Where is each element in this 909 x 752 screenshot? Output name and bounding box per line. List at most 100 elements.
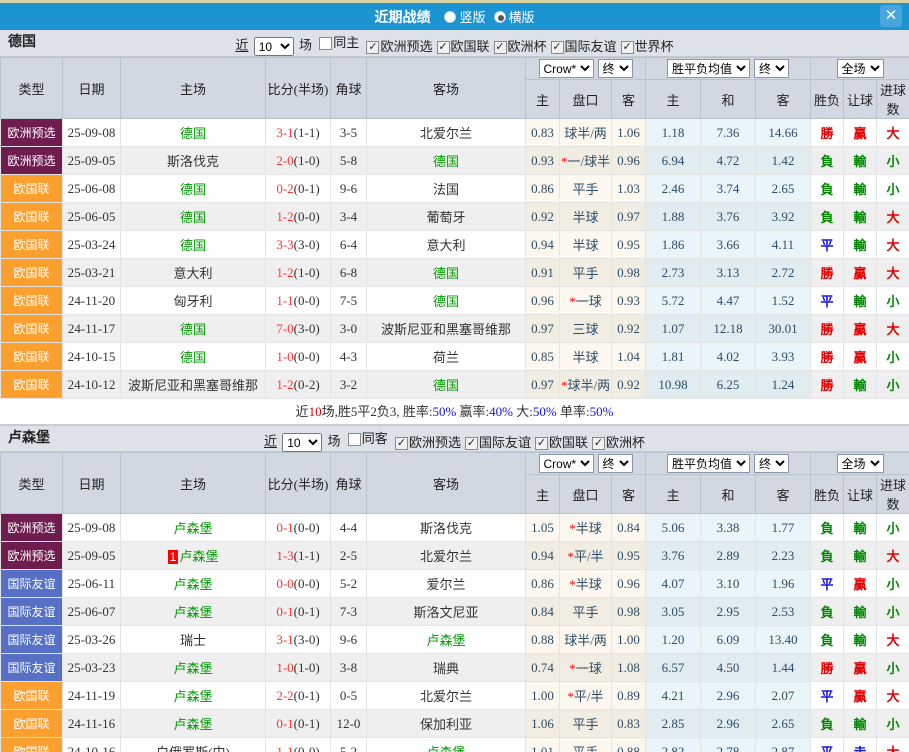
match-row: 欧洲预选25-09-08德国3-1(1-1)3-5北爱尔兰0.83球半/两1.0… xyxy=(1,119,909,147)
competition-filter-checkbox[interactable]: ✓欧洲预选 xyxy=(395,430,461,456)
result-winloss: 負 xyxy=(811,147,844,175)
mean-away-odds: 13.40 xyxy=(756,626,811,654)
match-row: 欧国联25-06-05德国1-2(0-0)3-4葡萄牙0.92半球0.971.8… xyxy=(1,203,909,231)
home-team: 德国 xyxy=(121,119,266,147)
mean-home-odds: 1.18 xyxy=(646,119,701,147)
competition-filter-checkbox[interactable]: ✓欧国联 xyxy=(535,430,588,456)
recent-count-select[interactable]: 10 xyxy=(282,433,322,452)
competition-filter-checkbox[interactable]: ✓国际友谊 xyxy=(465,430,531,456)
crow-handicap: *一球 xyxy=(560,287,612,315)
fullmatch-select[interactable]: 全场 xyxy=(837,59,884,78)
result-handicap: 輸 xyxy=(844,542,877,570)
mean-away-odds: 2.53 xyxy=(756,598,811,626)
result-goals: 大 xyxy=(877,315,909,343)
crow-handicap: 半球 xyxy=(560,203,612,231)
match-date: 25-09-08 xyxy=(63,514,121,542)
mean-draw-odds: 12.18 xyxy=(701,315,756,343)
col-header-handicap: 盘口 xyxy=(560,80,612,119)
match-date: 25-06-11 xyxy=(63,570,121,598)
match-row: 国际友谊25-03-26瑞士3-1(3-0)9-6卢森堡0.88球半/两1.00… xyxy=(1,626,909,654)
result-goals: 小 xyxy=(877,147,909,175)
competition-filter-checkbox[interactable]: ✓欧国联 xyxy=(437,34,490,60)
away-team: 北爱尔兰 xyxy=(367,682,526,710)
games-label: 场 xyxy=(327,434,340,449)
result-handicap: 走 xyxy=(844,738,877,752)
home-team: 德国 xyxy=(121,203,266,231)
home-team: 卢森堡 xyxy=(121,570,266,598)
match-row: 国际友谊25-06-11卢森堡0-0(0-0)5-2爱尔兰0.86*半球0.96… xyxy=(1,570,909,598)
match-date: 25-03-21 xyxy=(63,259,121,287)
mean-draw-odds: 4.50 xyxy=(701,654,756,682)
away-team: 爱尔兰 xyxy=(367,570,526,598)
mean-away-odds: 2.65 xyxy=(756,175,811,203)
result-winloss: 負 xyxy=(811,710,844,738)
same-venue-checkbox[interactable]: 同客 xyxy=(348,426,388,452)
mean-final-select[interactable]: 终 xyxy=(754,454,789,473)
result-handicap: 贏 xyxy=(844,119,877,147)
competition-badge: 欧国联 xyxy=(1,738,63,752)
away-team: 意大利 xyxy=(367,231,526,259)
competition-filter-checkbox[interactable]: ✓欧洲预选 xyxy=(366,34,432,60)
crow-odds-home: 0.94 xyxy=(526,231,560,259)
result-handicap: 贏 xyxy=(844,315,877,343)
crow-odds-home: 0.97 xyxy=(526,315,560,343)
match-date: 25-06-08 xyxy=(63,175,121,203)
col-header-mean-draw: 和 xyxy=(701,475,756,514)
close-button[interactable]: ✕ xyxy=(880,5,902,27)
near-label: 近 xyxy=(264,434,277,449)
same-venue-checkbox[interactable]: 同主 xyxy=(319,30,359,56)
competition-filter-checkbox[interactable]: ✓欧洲杯 xyxy=(494,34,547,60)
mean-draw-odds: 7.36 xyxy=(701,119,756,147)
mean-draw-odds: 2.96 xyxy=(701,710,756,738)
away-team: 保加利亚 xyxy=(367,710,526,738)
result-winloss: 負 xyxy=(811,514,844,542)
match-filter-bar: 近 10 场 同主 ✓欧洲预选✓欧国联✓欧洲杯✓国际友谊✓世界杯 xyxy=(0,30,909,60)
crow-odds-away: 0.84 xyxy=(612,514,646,542)
corner-score: 6-4 xyxy=(331,231,367,259)
crow-odds-home: 0.96 xyxy=(526,287,560,315)
odds-source-select[interactable]: Crow* xyxy=(539,454,594,473)
col-header-score: 比分(半场) xyxy=(266,58,331,119)
mean-final-select[interactable]: 终 xyxy=(754,59,789,78)
crow-final-select[interactable]: 终 xyxy=(598,59,633,78)
corner-score: 0-5 xyxy=(331,682,367,710)
match-score: 0-1(0-0) xyxy=(266,514,331,542)
crow-odds-away: 0.98 xyxy=(612,259,646,287)
mean-source-select[interactable]: 胜平负均值 xyxy=(667,59,750,78)
match-date: 24-10-16 xyxy=(63,738,121,752)
mean-draw-odds: 2.89 xyxy=(701,542,756,570)
layout-radio-vertical[interactable]: 竖版 xyxy=(444,7,485,26)
competition-badge: 国际友谊 xyxy=(1,626,63,654)
mean-source-select[interactable]: 胜平负均值 xyxy=(667,454,750,473)
crow-handicap: 半球 xyxy=(560,343,612,371)
competition-filter-checkbox[interactable]: ✓欧洲杯 xyxy=(592,430,645,456)
checkbox-checked-icon: ✓ xyxy=(592,437,605,450)
result-handicap: 輸 xyxy=(844,287,877,315)
competition-filter-checkbox[interactable]: ✓世界杯 xyxy=(621,34,674,60)
layout-radio-horizontal[interactable]: 横版 xyxy=(494,7,535,26)
crow-odds-home: 1.05 xyxy=(526,514,560,542)
result-handicap: 輸 xyxy=(844,231,877,259)
crow-final-select[interactable]: 终 xyxy=(598,454,633,473)
competition-badge: 国际友谊 xyxy=(1,570,63,598)
crow-odds-away: 0.95 xyxy=(612,231,646,259)
mean-away-odds: 30.01 xyxy=(756,315,811,343)
fullmatch-select[interactable]: 全场 xyxy=(837,454,884,473)
match-score: 3-1(1-1) xyxy=(266,119,331,147)
odds-source-select[interactable]: Crow* xyxy=(539,59,594,78)
competition-filter-checkbox[interactable]: ✓国际友谊 xyxy=(551,34,617,60)
result-goals: 小 xyxy=(877,343,909,371)
result-goals: 小 xyxy=(877,175,909,203)
crow-odds-home: 0.88 xyxy=(526,626,560,654)
mean-away-odds: 1.96 xyxy=(756,570,811,598)
recent-count-select[interactable]: 10 xyxy=(254,37,294,56)
dialog-title-bar: 近期战绩 竖版 横版 ✕ xyxy=(0,3,909,30)
away-team: 斯洛伐克 xyxy=(367,514,526,542)
match-row: 欧国联24-11-16卢森堡0-1(0-1)12-0保加利亚1.06平手0.83… xyxy=(1,710,909,738)
match-date: 24-11-19 xyxy=(63,682,121,710)
crow-odds-home: 0.74 xyxy=(526,654,560,682)
match-filter-bar: 近 10 场 同客 ✓欧洲预选✓国际友谊✓欧国联✓欧洲杯 xyxy=(0,426,909,456)
result-goals: 大 xyxy=(877,259,909,287)
result-goals: 小 xyxy=(877,710,909,738)
corner-score: 3-5 xyxy=(331,119,367,147)
